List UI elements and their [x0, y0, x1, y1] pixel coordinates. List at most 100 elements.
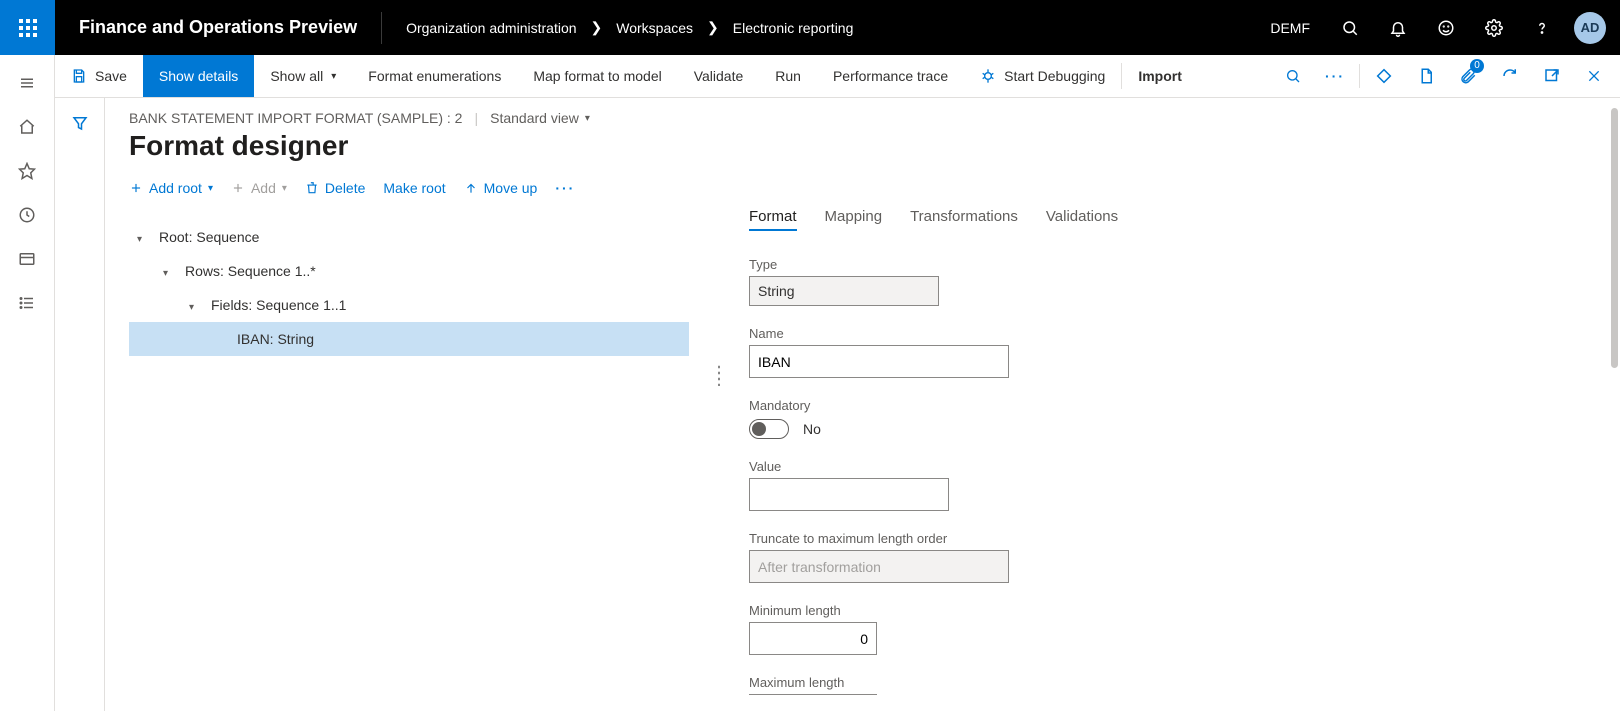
add-root-label: Add root — [149, 180, 202, 196]
add-button[interactable]: Add ▾ — [231, 180, 287, 196]
close-icon — [1586, 68, 1602, 84]
maximum-length-input[interactable] — [749, 694, 877, 695]
question-icon — [1533, 19, 1551, 37]
debug-icon — [980, 68, 996, 84]
chevron-right-icon: ❯ — [591, 19, 603, 36]
mandatory-label: Mandatory — [749, 398, 1009, 413]
nav-expand-button[interactable] — [7, 63, 47, 103]
expand-toggle[interactable] — [137, 229, 149, 245]
delete-label: Delete — [325, 180, 365, 196]
filter-icon — [71, 114, 89, 132]
settings-button[interactable] — [1470, 0, 1518, 55]
expand-toggle[interactable] — [189, 297, 201, 313]
start-debugging-button[interactable]: Start Debugging — [964, 55, 1121, 97]
import-label: Import — [1138, 68, 1182, 84]
make-root-button[interactable]: Make root — [383, 180, 445, 196]
attachments-button[interactable]: 0 — [1450, 55, 1486, 98]
bell-icon — [1389, 19, 1407, 37]
name-input[interactable] — [749, 345, 1009, 378]
value-label: Value — [749, 459, 949, 474]
name-label: Name — [749, 326, 1009, 341]
save-button[interactable]: Save — [55, 55, 143, 97]
minimum-length-input[interactable] — [749, 622, 877, 655]
trash-icon — [305, 181, 319, 195]
add-root-button[interactable]: Add root ▾ — [129, 180, 213, 196]
more-actions-button[interactable]: ··· — [1317, 55, 1353, 98]
nav-workspaces-button[interactable] — [7, 239, 47, 279]
search-in-page-button[interactable] — [1275, 55, 1311, 98]
command-bar: Save Show details Show all ▾ Format enum… — [0, 55, 1620, 98]
performance-trace-label: Performance trace — [833, 68, 948, 84]
company-code[interactable]: DEMF — [1254, 20, 1326, 36]
show-details-label: Show details — [159, 68, 238, 84]
app-title: Finance and Operations Preview — [55, 17, 381, 38]
format-enumerations-label: Format enumerations — [368, 68, 501, 84]
mandatory-toggle[interactable] — [749, 419, 789, 439]
run-button[interactable]: Run — [759, 55, 817, 97]
workspace-icon — [18, 250, 36, 268]
nav-favorites-button[interactable] — [7, 151, 47, 191]
save-label: Save — [95, 68, 127, 84]
help-button[interactable] — [1518, 0, 1566, 55]
show-all-button[interactable]: Show all ▾ — [254, 55, 352, 97]
app-launcher-button[interactable] — [0, 0, 55, 55]
make-root-label: Make root — [383, 180, 445, 196]
feedback-button[interactable] — [1422, 0, 1470, 55]
minimum-length-label: Minimum length — [749, 603, 877, 618]
nav-modules-button[interactable] — [7, 283, 47, 323]
format-enumerations-button[interactable]: Format enumerations — [352, 55, 517, 97]
breadcrumb-item[interactable]: Organization administration — [406, 20, 576, 36]
map-format-button[interactable]: Map format to model — [517, 55, 677, 97]
arrow-up-icon — [464, 181, 478, 195]
refresh-button[interactable] — [1492, 55, 1528, 98]
value-input[interactable] — [749, 478, 949, 511]
delete-button[interactable]: Delete — [305, 180, 365, 196]
validate-label: Validate — [694, 68, 744, 84]
type-value: String — [749, 276, 939, 306]
breadcrumb-item[interactable]: Workspaces — [616, 20, 693, 36]
page-options-button[interactable] — [1408, 55, 1444, 98]
tree-node-iban[interactable]: IBAN: String — [129, 322, 689, 356]
user-avatar[interactable]: AD — [1574, 12, 1606, 44]
move-up-button[interactable]: Move up — [464, 180, 538, 196]
gear-icon — [1485, 19, 1503, 37]
tree-node-root[interactable]: Root: Sequence — [129, 220, 689, 254]
view-label: Standard view — [490, 110, 579, 126]
add-label: Add — [251, 180, 276, 196]
tab-format[interactable]: Format — [749, 204, 797, 231]
performance-trace-button[interactable]: Performance trace — [817, 55, 964, 97]
clock-icon — [18, 206, 36, 224]
breadcrumb-item[interactable]: Electronic reporting — [733, 20, 854, 36]
view-selector[interactable]: Standard view ▾ — [490, 110, 590, 126]
search-button[interactable] — [1326, 0, 1374, 55]
import-button[interactable]: Import — [1122, 55, 1198, 97]
expand-toggle[interactable] — [163, 263, 175, 279]
options-button[interactable] — [1366, 55, 1402, 98]
nav-home-button[interactable] — [7, 107, 47, 147]
tab-mapping[interactable]: Mapping — [825, 204, 883, 231]
splitter-handle[interactable] — [717, 204, 721, 695]
tree-node-label: IBAN: String — [233, 331, 314, 347]
show-details-button[interactable]: Show details — [143, 55, 254, 97]
save-icon — [71, 68, 87, 84]
page-title: Format designer — [129, 130, 1596, 162]
close-button[interactable] — [1576, 55, 1612, 98]
maximum-length-label: Maximum length — [749, 675, 877, 690]
tree-node-fields[interactable]: Fields: Sequence 1..1 — [129, 288, 689, 322]
format-tree: Root: Sequence Rows: Sequence 1..* Field… — [129, 204, 689, 695]
tab-validations[interactable]: Validations — [1046, 204, 1118, 231]
more-tree-actions-button[interactable]: ··· — [555, 180, 575, 196]
scrollbar-thumb[interactable] — [1611, 108, 1618, 368]
star-icon — [18, 162, 36, 180]
filter-button[interactable] — [71, 114, 89, 711]
plus-icon — [231, 181, 245, 195]
tree-node-rows[interactable]: Rows: Sequence 1..* — [129, 254, 689, 288]
notifications-button[interactable] — [1374, 0, 1422, 55]
tab-transformations[interactable]: Transformations — [910, 204, 1018, 231]
popout-button[interactable] — [1534, 55, 1570, 98]
scrollbar[interactable] — [1610, 98, 1620, 711]
validate-button[interactable]: Validate — [678, 55, 760, 97]
smiley-icon — [1437, 19, 1455, 37]
filter-column — [55, 98, 105, 711]
nav-recent-button[interactable] — [7, 195, 47, 235]
